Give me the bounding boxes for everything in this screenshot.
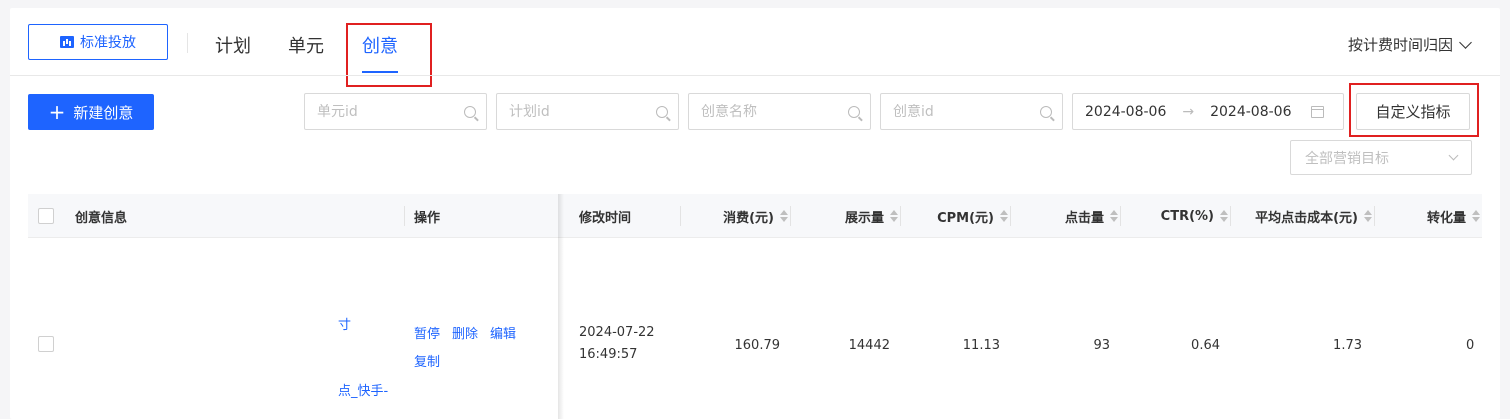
select-all-checkbox[interactable] (38, 208, 54, 224)
sort-icon[interactable] (1364, 210, 1372, 222)
column-divider (404, 206, 405, 226)
search-icon[interactable] (848, 105, 860, 118)
marketing-goal-placeholder: 全部营销目标 (1305, 150, 1389, 167)
edit-link[interactable]: 编辑 (490, 323, 516, 342)
clicks-value: 93 (1093, 338, 1110, 353)
sort-icon[interactable] (1000, 210, 1008, 222)
row-checkbox[interactable] (38, 336, 54, 352)
col-cpm-label: CPM(元) (937, 210, 994, 226)
plus-icon: + (48, 100, 66, 124)
attribution-select[interactable]: 按计费时间归因 (1347, 34, 1472, 55)
col-clicks-label: 点击量 (1064, 210, 1104, 226)
date-range-picker[interactable]: 2024-08-06 → 2024-08-06 (1072, 93, 1344, 130)
col-conversions[interactable]: 转化量 (1374, 194, 1480, 238)
cpm-value: 11.13 (962, 338, 1000, 353)
col-conversions-label: 转化量 (1426, 210, 1466, 226)
date-end[interactable]: 2024-08-06 (1210, 104, 1291, 120)
col-clicks[interactable]: 点击量 (1010, 194, 1118, 238)
chevron-down-icon (1448, 150, 1459, 160)
standard-delivery-label: 标准投放 (80, 35, 136, 51)
new-creative-label: 新建创意 (73, 103, 134, 122)
col-spend-label: 消费(元) (723, 210, 774, 226)
fixed-column-shadow (558, 194, 564, 419)
delete-link[interactable]: 删除 (452, 323, 478, 342)
sort-icon[interactable] (780, 210, 788, 222)
search-icon[interactable] (464, 105, 476, 118)
spend-value: 160.79 (734, 338, 781, 353)
new-creative-button[interactable]: + 新建创意 (28, 94, 154, 130)
creative-name-fragment[interactable]: 寸 (338, 314, 351, 333)
standard-delivery-button[interactable]: 标准投放 (28, 24, 168, 60)
col-avg-cpc-label: 平均点击成本(元) (1255, 210, 1358, 226)
avg-cpc-value: 1.73 (1333, 338, 1362, 353)
creative-id-input[interactable] (893, 103, 1040, 120)
date-start[interactable]: 2024-08-06 (1085, 104, 1166, 120)
sort-icon[interactable] (890, 210, 898, 222)
divider (187, 33, 188, 53)
sort-icon[interactable] (1110, 210, 1118, 222)
highlight-box-custom-metrics (1349, 83, 1479, 137)
col-impressions[interactable]: 展示量 (790, 194, 898, 238)
col-ctr-label: CTR(%) (1160, 208, 1214, 224)
creative-id-search[interactable] (880, 93, 1063, 130)
modified-date: 2024-07-22 (579, 325, 655, 340)
col-avg-cpc[interactable]: 平均点击成本(元) (1230, 194, 1372, 238)
unit-id-search[interactable] (304, 93, 487, 130)
calendar-icon[interactable] (1311, 105, 1325, 118)
sort-icon[interactable] (1220, 210, 1228, 222)
tab-plan[interactable]: 计划 (215, 32, 251, 58)
col-modified-time: 修改时间 (579, 210, 632, 226)
bar-chart-icon (60, 36, 74, 48)
header-divider (10, 75, 1500, 76)
attribution-select-label: 按计费时间归因 (1347, 36, 1453, 54)
sort-icon[interactable] (1472, 210, 1480, 222)
arrow-right-icon: → (1182, 103, 1195, 120)
highlight-box-creative-tab (346, 23, 432, 87)
plan-id-search[interactable] (496, 93, 679, 130)
creative-name-fragment[interactable]: 点_快手- (338, 380, 388, 399)
col-creative-info: 创意信息 (75, 210, 128, 226)
plan-id-input[interactable] (509, 103, 656, 120)
search-icon[interactable] (1040, 105, 1052, 118)
conversions-value: 0 (1466, 338, 1475, 353)
copy-link[interactable]: 复制 (414, 351, 440, 370)
pause-link[interactable]: 暂停 (414, 323, 440, 342)
col-cpm[interactable]: CPM(元) (900, 194, 1008, 238)
col-ctr[interactable]: CTR(%) (1120, 194, 1228, 238)
ctr-value: 0.64 (1191, 338, 1220, 353)
marketing-goal-select[interactable]: 全部营销目标 (1290, 140, 1472, 175)
modified-time: 16:49:57 (579, 347, 638, 362)
chevron-down-icon (1459, 35, 1472, 49)
search-icon[interactable] (656, 105, 668, 118)
creative-name-input[interactable] (701, 103, 848, 120)
creative-name-search[interactable] (688, 93, 871, 130)
unit-id-input[interactable] (317, 103, 464, 120)
col-impressions-label: 展示量 (844, 210, 884, 226)
creative-panel: 标准投放 计划 单元 创意 按计费时间归因 + 新建创意 2024-08-06 … (10, 8, 1500, 419)
table-header: 创意信息 操作 修改时间 消费(元) 展示量 CPM(元) 点击量 CTR(%) (28, 194, 1482, 238)
col-actions: 操作 (414, 210, 441, 226)
impressions-value: 14442 (848, 338, 890, 353)
tab-unit[interactable]: 单元 (288, 32, 324, 58)
col-spend[interactable]: 消费(元) (680, 194, 788, 238)
